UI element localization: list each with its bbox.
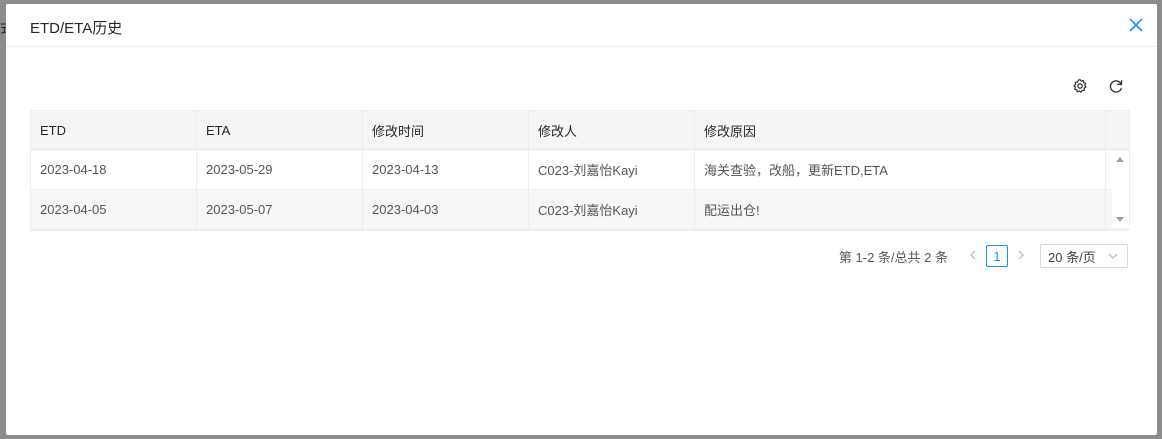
pagination: 第 1-2 条/总共 2 条 1 20 条/页 bbox=[839, 244, 1128, 268]
pagination-total: 第 1-2 条/总共 2 条 bbox=[838, 249, 948, 265]
cell-modifier: C023-刘嘉怡Kayi bbox=[529, 190, 695, 229]
modal-title: ETD/ETA历史 bbox=[30, 20, 123, 37]
gear-icon[interactable] bbox=[1070, 76, 1090, 96]
history-table: ETD ETA 修改时间 修改人 修改原因 2023-04-18 2023-05… bbox=[30, 110, 1130, 231]
column-header-modifier[interactable]: 修改人 bbox=[529, 111, 695, 149]
cell-etd: 2023-04-05 bbox=[31, 190, 197, 229]
table-scrollbar[interactable] bbox=[1112, 150, 1129, 228]
scroll-down-arrow-icon[interactable] bbox=[1116, 217, 1124, 222]
refresh-icon[interactable] bbox=[1106, 76, 1126, 96]
cell-reason: 海关查验，改船，更新ETD,ETA bbox=[695, 150, 1106, 189]
prev-page-chevron-icon[interactable] bbox=[962, 248, 984, 264]
cell-modified-time: 2023-04-03 bbox=[363, 190, 529, 229]
cell-etd: 2023-04-18 bbox=[31, 150, 197, 189]
cell-eta: 2023-05-29 bbox=[197, 150, 363, 189]
column-header-eta[interactable]: ETA bbox=[197, 111, 363, 149]
column-header-modified-time[interactable]: 修改时间 bbox=[363, 111, 529, 149]
modal-header: ETD/ETA历史 bbox=[6, 4, 1157, 47]
chevron-down-icon bbox=[1107, 250, 1119, 265]
cell-eta: 2023-05-07 bbox=[197, 190, 363, 229]
close-icon[interactable] bbox=[1125, 14, 1147, 36]
page-size-value: 20 条/页 bbox=[1048, 249, 1096, 265]
cell-modified-time: 2023-04-13 bbox=[363, 150, 529, 189]
table-row[interactable]: 2023-04-05 2023-05-07 2023-04-03 C023-刘嘉… bbox=[31, 190, 1129, 230]
cell-modifier: C023-刘嘉怡Kayi bbox=[529, 150, 695, 189]
header-scrollbar-spacer bbox=[1106, 111, 1129, 149]
page-item-current[interactable]: 1 bbox=[986, 245, 1008, 267]
table-row[interactable]: 2023-04-18 2023-05-29 2023-04-13 C023-刘嘉… bbox=[31, 150, 1129, 190]
column-header-etd[interactable]: ETD bbox=[31, 111, 197, 149]
scroll-up-arrow-icon[interactable] bbox=[1116, 157, 1124, 162]
page-size-select[interactable]: 20 条/页 bbox=[1040, 244, 1128, 268]
next-page-chevron-icon[interactable] bbox=[1010, 248, 1032, 264]
etd-eta-history-modal: ETD/ETA历史 ETD ETA 修改时间 修改人 修改原因 2023-04-… bbox=[6, 4, 1157, 435]
table-header: ETD ETA 修改时间 修改人 修改原因 bbox=[31, 111, 1129, 150]
cell-reason: 配运出仓! bbox=[695, 190, 1106, 229]
column-header-reason[interactable]: 修改原因 bbox=[695, 111, 1106, 149]
table-body: 2023-04-18 2023-05-29 2023-04-13 C023-刘嘉… bbox=[31, 150, 1129, 230]
